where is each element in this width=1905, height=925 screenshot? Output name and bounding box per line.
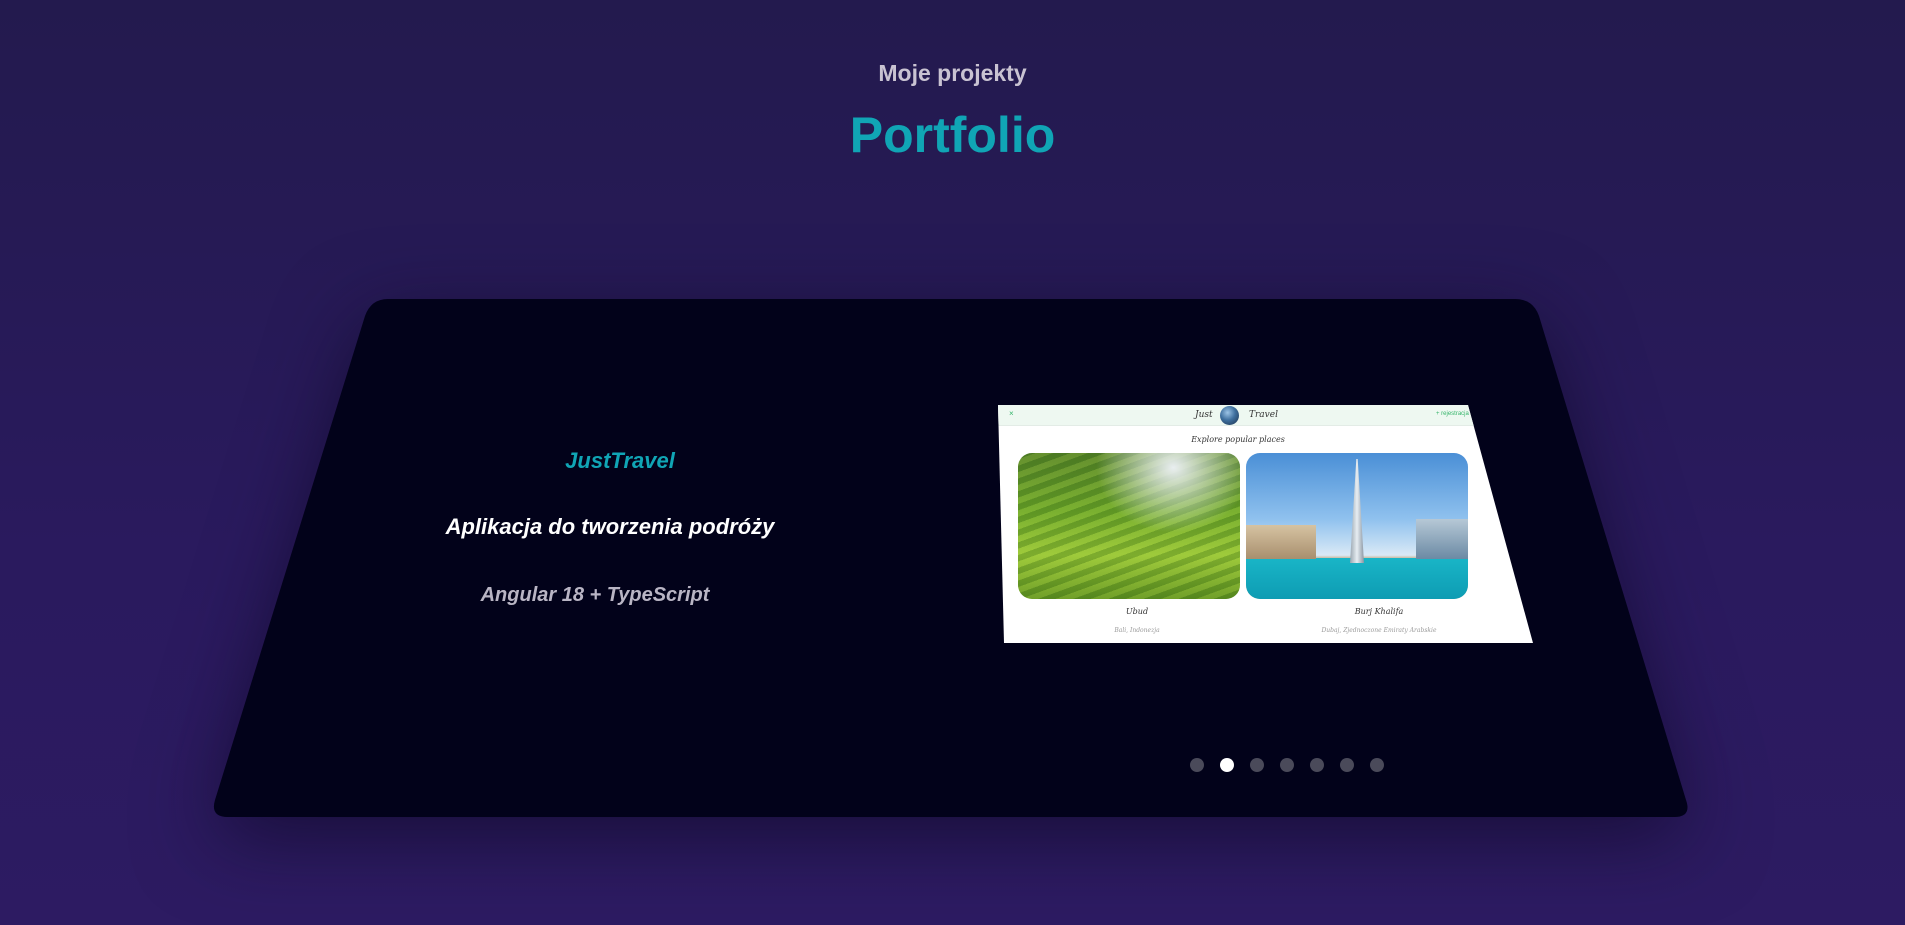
carousel-dot[interactable] (1310, 758, 1324, 772)
carousel-dot[interactable] (1190, 758, 1204, 772)
screenshot-brand-left: Just (1195, 410, 1213, 420)
project-card-background (213, 299, 1688, 817)
screenshot-brand-right: Travel (1249, 410, 1278, 420)
close-icon: × (1009, 409, 1014, 418)
project-tech-stack: Angular 18 + TypeScript (480, 584, 710, 606)
place-location: Dubaj, Zjednoczone Emiraty Arabskie (1321, 627, 1437, 634)
place-image-ubud (1018, 453, 1240, 599)
carousel-dot[interactable] (1250, 758, 1264, 772)
place-image-burj-khalifa (1246, 453, 1468, 599)
screenshot-navbar: × Just Travel + rejestracja (998, 405, 1533, 426)
project-card: JustTravel Aplikacja do tworzenia podróż… (0, 0, 1905, 925)
place-location: Bali, Indonezja (1114, 627, 1160, 634)
screenshot-heading: Explore popular places (1191, 435, 1285, 444)
carousel-dot[interactable] (1340, 758, 1354, 772)
place-name: Ubud (1125, 607, 1149, 616)
screenshot-register-link: + rejestracja (1436, 411, 1469, 417)
carousel-dot[interactable] (1370, 758, 1384, 772)
carousel-dot[interactable] (1280, 758, 1294, 772)
project-name: JustTravel (565, 448, 675, 473)
place-name: Burj Khalifa (1354, 607, 1404, 616)
carousel-dot[interactable] (1220, 758, 1234, 772)
carousel-pagination (1190, 758, 1384, 772)
project-screenshot[interactable]: × Just Travel + rejestracja Explore popu… (998, 405, 1533, 643)
globe-icon (1220, 406, 1239, 425)
project-description: Aplikacja do tworzenia podróży (445, 514, 775, 539)
